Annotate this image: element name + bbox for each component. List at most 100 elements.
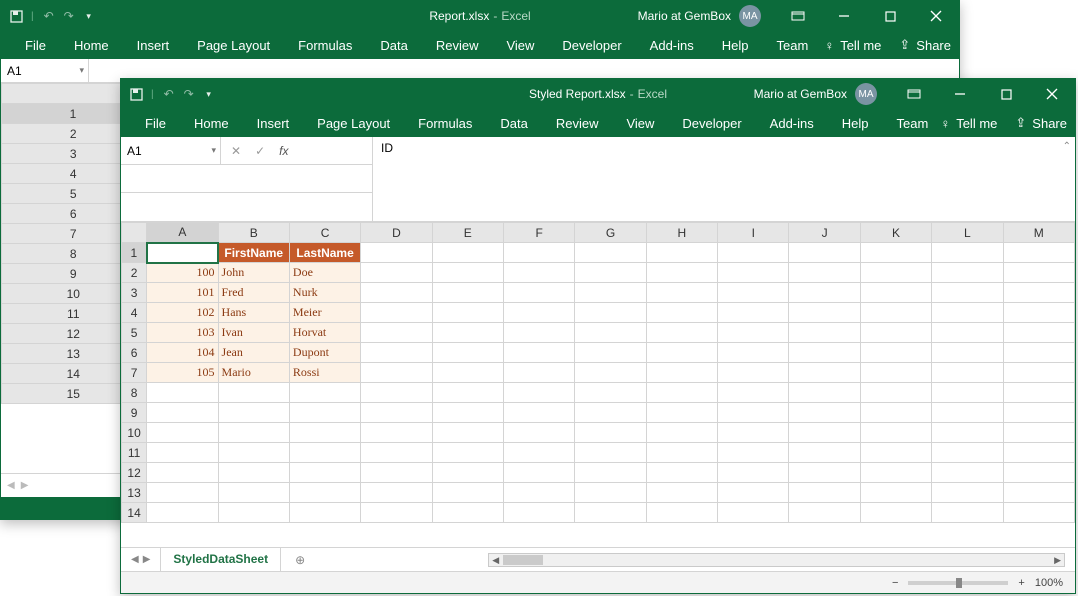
cell[interactable] (575, 283, 646, 303)
row-header[interactable]: 8 (122, 383, 147, 403)
cell[interactable]: Ivan (218, 323, 289, 343)
cell[interactable] (147, 443, 218, 463)
scrollbar-thumb[interactable] (503, 555, 543, 565)
cell[interactable] (646, 343, 717, 363)
cell[interactable] (503, 303, 574, 323)
cell[interactable] (1003, 463, 1075, 483)
cell[interactable] (361, 343, 432, 363)
cell[interactable] (860, 483, 931, 503)
cell[interactable] (932, 323, 1003, 343)
select-all-corner[interactable] (122, 223, 147, 243)
minimize-button[interactable] (937, 79, 983, 109)
cell[interactable]: Fred (218, 283, 289, 303)
cell[interactable] (503, 423, 574, 443)
col-header[interactable]: A (147, 223, 218, 243)
cell[interactable] (432, 463, 503, 483)
cell[interactable]: LastName (289, 243, 360, 263)
sheet-next-icon[interactable]: ▶ (21, 480, 29, 491)
sheet-tab-active[interactable]: StyledDataSheet (160, 548, 281, 572)
qat-dropdown-icon[interactable]: ▾ (82, 9, 96, 23)
fx-icon[interactable]: fx (279, 144, 288, 158)
tab-page-layout[interactable]: Page Layout (183, 31, 284, 59)
cell[interactable] (718, 483, 789, 503)
minimize-button[interactable] (821, 1, 867, 31)
cell[interactable] (932, 403, 1003, 423)
cell[interactable] (361, 283, 432, 303)
cell[interactable] (1003, 363, 1075, 383)
zoom-slider-handle[interactable] (956, 578, 962, 588)
cell[interactable] (718, 503, 789, 523)
cell[interactable] (718, 463, 789, 483)
cell[interactable] (789, 403, 860, 423)
cell[interactable] (646, 503, 717, 523)
cell[interactable]: 103 (147, 323, 218, 343)
cell[interactable] (1003, 263, 1075, 283)
cell[interactable] (361, 383, 432, 403)
share-button[interactable]: ⇪Share (899, 37, 951, 53)
cell[interactable] (218, 383, 289, 403)
cell[interactable] (646, 483, 717, 503)
cell[interactable] (575, 423, 646, 443)
zoom-slider[interactable] (908, 581, 1008, 585)
cell[interactable] (932, 243, 1003, 263)
cell[interactable] (218, 483, 289, 503)
cell[interactable] (932, 343, 1003, 363)
cell[interactable] (860, 283, 931, 303)
cell[interactable] (718, 423, 789, 443)
name-box[interactable]: A1 ▾ (121, 137, 221, 164)
maximize-button[interactable] (983, 79, 1029, 109)
cell[interactable] (718, 383, 789, 403)
cell[interactable] (932, 283, 1003, 303)
zoom-out-icon[interactable]: − (892, 577, 898, 589)
cell[interactable] (147, 503, 218, 523)
cell[interactable] (860, 503, 931, 523)
cell[interactable] (789, 303, 860, 323)
cell[interactable] (932, 263, 1003, 283)
col-header[interactable]: H (646, 223, 717, 243)
cell[interactable] (432, 503, 503, 523)
cell[interactable] (646, 463, 717, 483)
cell[interactable] (575, 363, 646, 383)
cell[interactable] (646, 443, 717, 463)
cell[interactable] (1003, 403, 1075, 423)
tab-formulas[interactable]: Formulas (404, 109, 486, 137)
tab-formulas[interactable]: Formulas (284, 31, 366, 59)
cell[interactable]: Hans (218, 303, 289, 323)
ribbon-display-options-icon[interactable] (775, 1, 821, 31)
cell[interactable] (575, 343, 646, 363)
cell[interactable] (503, 263, 574, 283)
cell[interactable]: Dupont (289, 343, 360, 363)
tab-data[interactable]: Data (486, 109, 541, 137)
enter-formula-icon[interactable]: ✓ (255, 144, 265, 158)
cell[interactable] (361, 243, 432, 263)
cell[interactable] (218, 503, 289, 523)
cell[interactable] (289, 403, 360, 423)
cell[interactable] (289, 483, 360, 503)
cell[interactable] (718, 283, 789, 303)
cell[interactable] (932, 363, 1003, 383)
row-header[interactable]: 14 (122, 503, 147, 523)
horizontal-scrollbar[interactable]: ◀ ▶ (488, 553, 1065, 567)
cell[interactable] (860, 463, 931, 483)
cell[interactable] (789, 323, 860, 343)
cell[interactable] (503, 383, 574, 403)
cell[interactable]: 102 (147, 303, 218, 323)
tab-team[interactable]: Team (883, 109, 943, 137)
cell[interactable] (432, 483, 503, 503)
cell[interactable] (218, 463, 289, 483)
cell[interactable] (218, 443, 289, 463)
cell[interactable] (575, 403, 646, 423)
cell[interactable] (932, 423, 1003, 443)
cell[interactable] (432, 303, 503, 323)
cell[interactable] (147, 463, 218, 483)
zoom-level[interactable]: 100% (1035, 577, 1063, 589)
cell[interactable] (646, 283, 717, 303)
row-header[interactable]: 7 (122, 363, 147, 383)
cell[interactable] (860, 403, 931, 423)
cell[interactable] (860, 303, 931, 323)
cell[interactable] (361, 483, 432, 503)
cell[interactable]: 100 (147, 263, 218, 283)
cell[interactable] (1003, 283, 1075, 303)
cell[interactable] (147, 483, 218, 503)
cell[interactable]: Nurk (289, 283, 360, 303)
